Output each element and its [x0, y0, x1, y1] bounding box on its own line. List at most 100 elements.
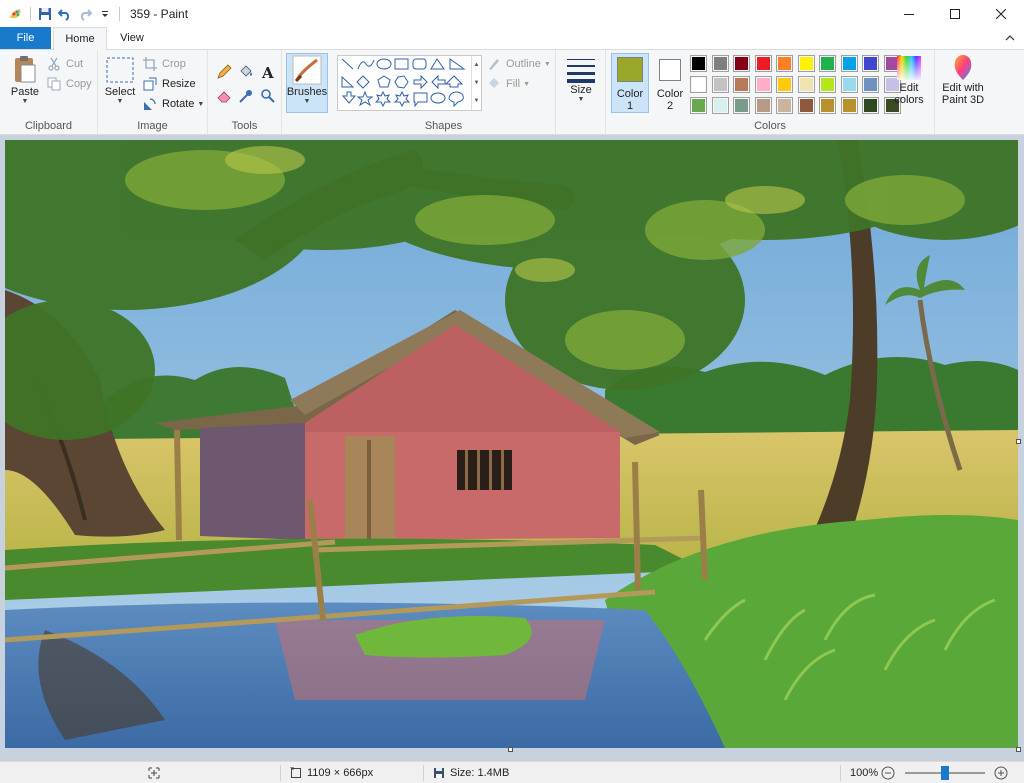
cut-button[interactable]: Cut [46, 55, 83, 73]
palette-swatch[interactable] [733, 97, 750, 114]
tab-file[interactable]: File [0, 27, 51, 49]
paint-app-icon[interactable] [6, 3, 26, 25]
palette-swatch[interactable] [862, 55, 879, 72]
edit-colors-line2: colors [894, 94, 924, 106]
color-picker-icon[interactable] [236, 86, 256, 106]
palette-swatch[interactable] [797, 55, 815, 72]
close-icon[interactable] [978, 0, 1024, 28]
redo-icon[interactable] [75, 3, 95, 25]
zoom-in-icon[interactable] [994, 762, 1008, 783]
resize-handle-right[interactable] [1016, 439, 1021, 444]
zoom-slider-thumb[interactable] [941, 766, 949, 780]
clipboard-group: Paste ▼ Cut Copy Clipboard [0, 50, 98, 135]
copy-button[interactable]: Copy [46, 75, 92, 93]
rotate-button[interactable]: Rotate ▼ [142, 95, 204, 113]
select-button[interactable]: Select ▼ [104, 54, 136, 105]
palette-swatch-color [713, 57, 727, 70]
crop-button[interactable]: Crop [142, 55, 186, 73]
palette-swatch-color [756, 99, 770, 112]
save-icon[interactable] [35, 3, 55, 25]
edit-with-paint3d-button[interactable]: Edit with Paint 3D [935, 54, 991, 106]
collapse-ribbon-icon[interactable] [1004, 32, 1016, 47]
palette-swatch[interactable] [690, 97, 707, 114]
palette-swatch[interactable] [840, 76, 858, 93]
palette-swatch[interactable] [819, 97, 836, 114]
palette-swatch[interactable] [819, 55, 836, 72]
customize-toolbar-icon[interactable] [95, 3, 115, 25]
window-title: 359 - Paint [130, 7, 189, 21]
zoom-out-icon[interactable] [881, 762, 895, 783]
rotate-icon [142, 96, 158, 112]
palette-swatch-color [821, 99, 834, 112]
palette-swatch[interactable] [733, 55, 750, 72]
shapes-gallery: ▲ ▼ ▼ [337, 55, 482, 111]
copy-icon [46, 76, 62, 92]
brushes-button[interactable]: Brushes ▼ [286, 53, 328, 113]
palette-swatch[interactable] [776, 97, 793, 114]
fill-bucket-icon[interactable] [236, 62, 256, 82]
shapes-gallery-icons[interactable] [338, 56, 472, 110]
select-icon [106, 57, 134, 83]
eraser-icon[interactable] [214, 86, 234, 106]
palette-swatch[interactable] [776, 55, 793, 72]
edit-colors-button[interactable]: Edit colors [892, 54, 926, 106]
palette-swatch[interactable] [711, 97, 729, 114]
palette-swatch[interactable] [797, 97, 815, 114]
text-icon[interactable]: A [258, 62, 278, 82]
palette-swatch-color [821, 78, 834, 91]
tab-view[interactable]: View [107, 27, 157, 49]
ribbon-tabs: File Home View [0, 27, 1024, 50]
size-button[interactable]: Size ▼ [564, 56, 598, 103]
shapes-group-label: Shapes [424, 120, 463, 132]
palette-swatch[interactable] [862, 76, 879, 93]
palette-swatch[interactable] [754, 97, 772, 114]
canvas-workspace[interactable] [0, 136, 1024, 761]
colors-group: Color 1 Color 2 Edit colors Colors [606, 50, 935, 135]
crop-label: Crop [162, 58, 186, 70]
pencil-icon[interactable] [214, 62, 234, 82]
palette-swatch[interactable] [797, 76, 815, 93]
file-size-value: Size: 1.4MB [450, 767, 510, 779]
palette-swatch-color [713, 78, 727, 91]
gallery-expand-icon[interactable]: ▼ [474, 98, 480, 104]
paste-button[interactable]: Paste ▼ [8, 54, 42, 105]
resize-button[interactable]: Resize [142, 75, 196, 93]
scroll-down-icon[interactable]: ▼ [474, 80, 480, 86]
palette-swatch[interactable] [754, 76, 772, 93]
palette-swatch[interactable] [862, 97, 879, 114]
tab-home[interactable]: Home [53, 27, 107, 50]
scissors-icon [46, 56, 62, 72]
palette-swatch-color [778, 99, 791, 112]
palette-swatch-color [864, 99, 877, 112]
palette-swatch[interactable] [733, 76, 750, 93]
color-2-button[interactable]: Color 2 [651, 53, 689, 113]
palette-swatch[interactable] [711, 76, 729, 93]
palette-swatch[interactable] [690, 76, 707, 93]
palette-swatch[interactable] [819, 76, 836, 93]
crop-icon [142, 56, 158, 72]
resize-handle-corner[interactable] [1016, 747, 1021, 752]
palette-swatch-color [842, 99, 856, 112]
maximize-icon[interactable] [932, 0, 978, 28]
outline-brush-icon [486, 56, 502, 72]
undo-icon[interactable] [55, 3, 75, 25]
color-1-swatch [617, 57, 643, 82]
palette-swatch[interactable] [776, 76, 793, 93]
scroll-up-icon[interactable]: ▲ [474, 62, 480, 68]
minimize-icon[interactable] [886, 0, 932, 28]
palette-swatch[interactable] [690, 55, 707, 72]
palette-swatch-color [756, 57, 770, 70]
fill-button[interactable]: Fill ▼ [486, 75, 530, 93]
palette-swatch[interactable] [754, 55, 772, 72]
magnifier-icon[interactable] [258, 86, 278, 106]
resize-handle-bottom[interactable] [508, 747, 513, 752]
image-group-label: Image [137, 120, 168, 132]
shapes-scrollbar[interactable]: ▲ ▼ ▼ [471, 56, 481, 110]
palette-swatch[interactable] [711, 55, 729, 72]
palette-swatch[interactable] [840, 97, 858, 114]
palette-swatch[interactable] [840, 55, 858, 72]
outline-button[interactable]: Outline ▼ [486, 55, 551, 73]
drawing-canvas[interactable] [5, 140, 1018, 748]
color-1-button[interactable]: Color 1 [611, 53, 649, 113]
paste-icon [15, 56, 36, 83]
